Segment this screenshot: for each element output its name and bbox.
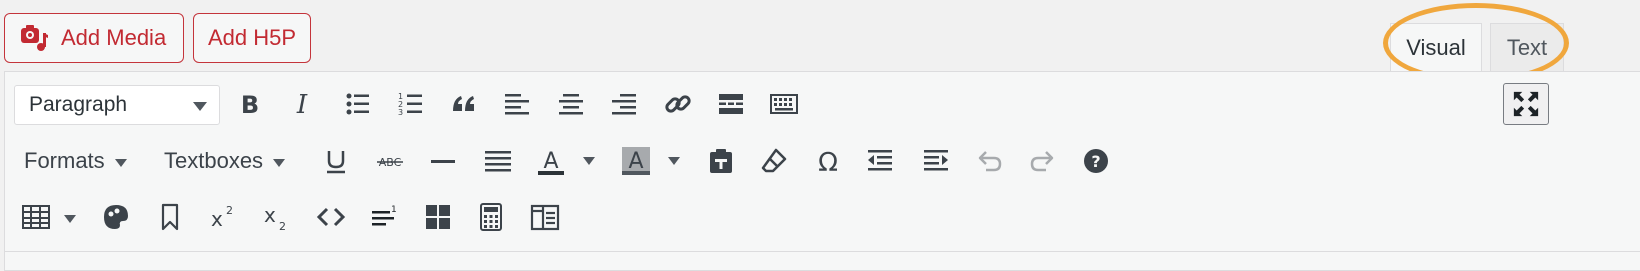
bold-icon[interactable]: B — [232, 86, 268, 122]
outdent-icon[interactable] — [862, 143, 898, 179]
fullscreen-button[interactable] — [1503, 83, 1549, 125]
svg-text:Ω: Ω — [818, 148, 838, 176]
format-select-value: Paragraph — [29, 93, 128, 116]
superscript-icon[interactable]: x2 — [205, 199, 241, 235]
tab-text[interactable]: Text — [1490, 23, 1564, 71]
svg-text:I: I — [296, 90, 308, 119]
help-icon[interactable]: ? — [1078, 143, 1114, 179]
add-media-button[interactable]: Add Media — [4, 13, 184, 63]
camera-music-icon — [19, 23, 49, 53]
svg-text:x: x — [211, 207, 223, 231]
tab-visual[interactable]: Visual — [1390, 23, 1482, 72]
horizontal-line-icon[interactable] — [425, 143, 461, 179]
undo-icon[interactable] — [971, 143, 1007, 179]
blocks-icon[interactable] — [420, 199, 456, 235]
subscript-icon[interactable]: x2 — [258, 199, 294, 235]
underline-icon[interactable] — [318, 143, 354, 179]
color-palette-icon[interactable] — [98, 199, 134, 235]
svg-text:?: ? — [1091, 152, 1100, 171]
svg-text:A: A — [543, 149, 558, 174]
add-h5p-button[interactable]: Add H5P — [193, 13, 311, 63]
background-color-dropdown-icon[interactable] — [668, 157, 680, 165]
strikethrough-icon[interactable]: ABC — [372, 143, 408, 179]
table-dropdown-icon[interactable] — [64, 215, 76, 223]
text-color-icon[interactable]: A — [533, 143, 569, 179]
bullet-list-icon[interactable] — [340, 86, 376, 122]
align-left-icon[interactable] — [499, 86, 535, 122]
textboxes-menu[interactable]: Textboxes — [164, 143, 286, 179]
svg-text:A: A — [628, 149, 643, 174]
svg-text:B: B — [241, 91, 259, 119]
table-icon[interactable] — [18, 199, 54, 235]
align-right-icon[interactable] — [606, 86, 642, 122]
svg-text:2: 2 — [279, 220, 286, 232]
editor-area-top-border — [5, 251, 1640, 252]
svg-text:3: 3 — [398, 108, 403, 117]
add-media-label: Add Media — [61, 25, 167, 50]
special-character-icon[interactable]: Ω — [810, 143, 846, 179]
indent-icon[interactable] — [918, 143, 954, 179]
numbered-list-icon[interactable]: 1 2 3 — [393, 86, 429, 122]
format-select[interactable]: Paragraph — [14, 85, 220, 125]
code-icon[interactable] — [313, 199, 349, 235]
fullscreen-icon — [1513, 91, 1539, 117]
formats-menu-label: Formats — [24, 148, 105, 173]
justify-icon[interactable] — [480, 143, 516, 179]
svg-text:1: 1 — [391, 205, 397, 215]
bookmark-icon[interactable] — [152, 199, 188, 235]
svg-text:2: 2 — [226, 204, 233, 217]
clear-formatting-icon[interactable] — [756, 143, 792, 179]
tab-text-label: Text — [1506, 34, 1548, 60]
chevron-down-icon — [193, 102, 207, 111]
background-color-icon[interactable]: A — [618, 143, 654, 179]
columns-icon[interactable] — [527, 199, 563, 235]
link-icon[interactable] — [660, 86, 696, 122]
toolbar-toggle-icon[interactable] — [766, 86, 802, 122]
read-more-icon[interactable] — [713, 86, 749, 122]
italic-icon[interactable]: I — [284, 86, 320, 122]
line-height-icon[interactable]: 1 — [366, 199, 402, 235]
svg-text:x: x — [264, 203, 276, 227]
chevron-down-icon — [114, 159, 127, 167]
align-center-icon[interactable] — [553, 86, 589, 122]
chevron-down-icon — [273, 159, 286, 167]
calculator-icon[interactable] — [473, 199, 509, 235]
text-color-dropdown-icon[interactable] — [583, 157, 595, 165]
blockquote-icon[interactable] — [446, 86, 482, 122]
redo-icon[interactable] — [1025, 143, 1061, 179]
add-h5p-label: Add H5P — [207, 25, 297, 50]
formats-menu[interactable]: Formats — [24, 143, 127, 179]
paste-text-icon[interactable] — [703, 143, 739, 179]
textboxes-menu-label: Textboxes — [164, 148, 264, 173]
tab-visual-label: Visual — [1406, 35, 1466, 60]
